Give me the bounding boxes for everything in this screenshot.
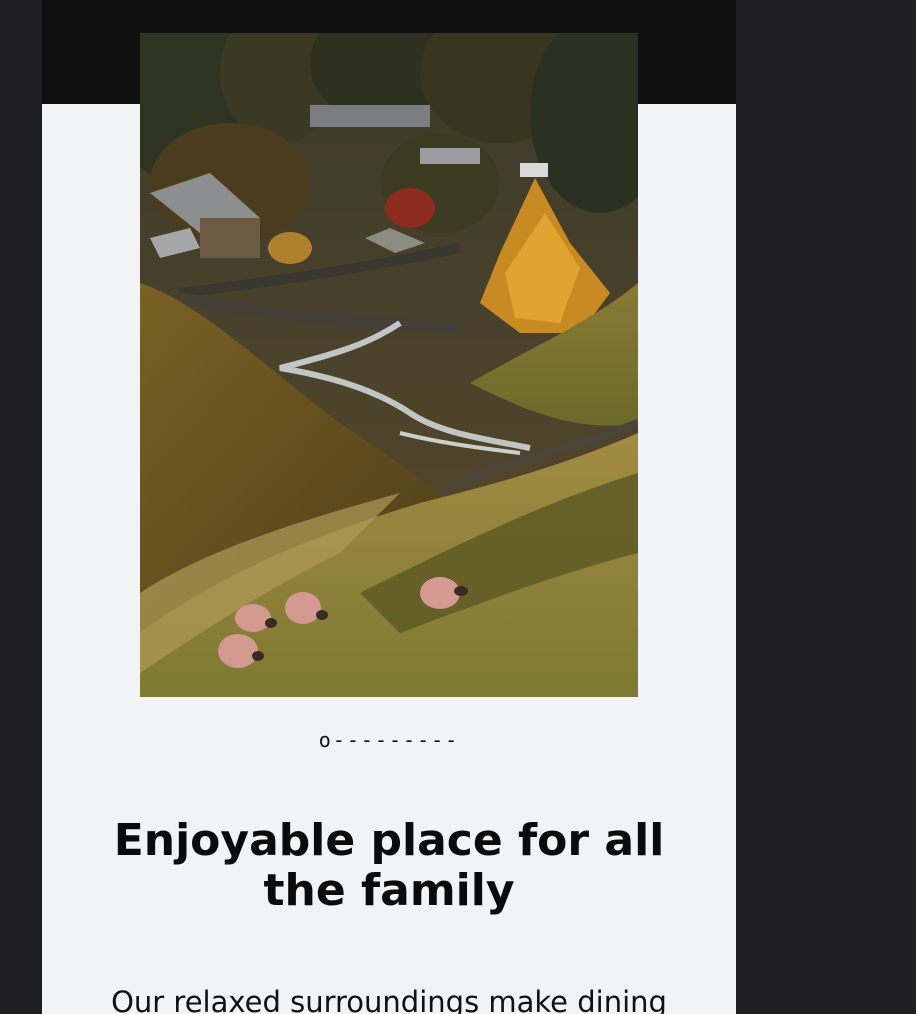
decorative-divider: o---------: [318, 728, 460, 752]
section-body-text: Our relaxed surroundings make dining: [111, 985, 667, 1014]
landscape-photo: [140, 33, 638, 697]
content-card: o--------- Enjoyable place for all the f…: [42, 0, 736, 1014]
page: o--------- Enjoyable place for all the f…: [0, 0, 916, 1014]
section-headline: Enjoyable place for all the family: [113, 815, 665, 916]
